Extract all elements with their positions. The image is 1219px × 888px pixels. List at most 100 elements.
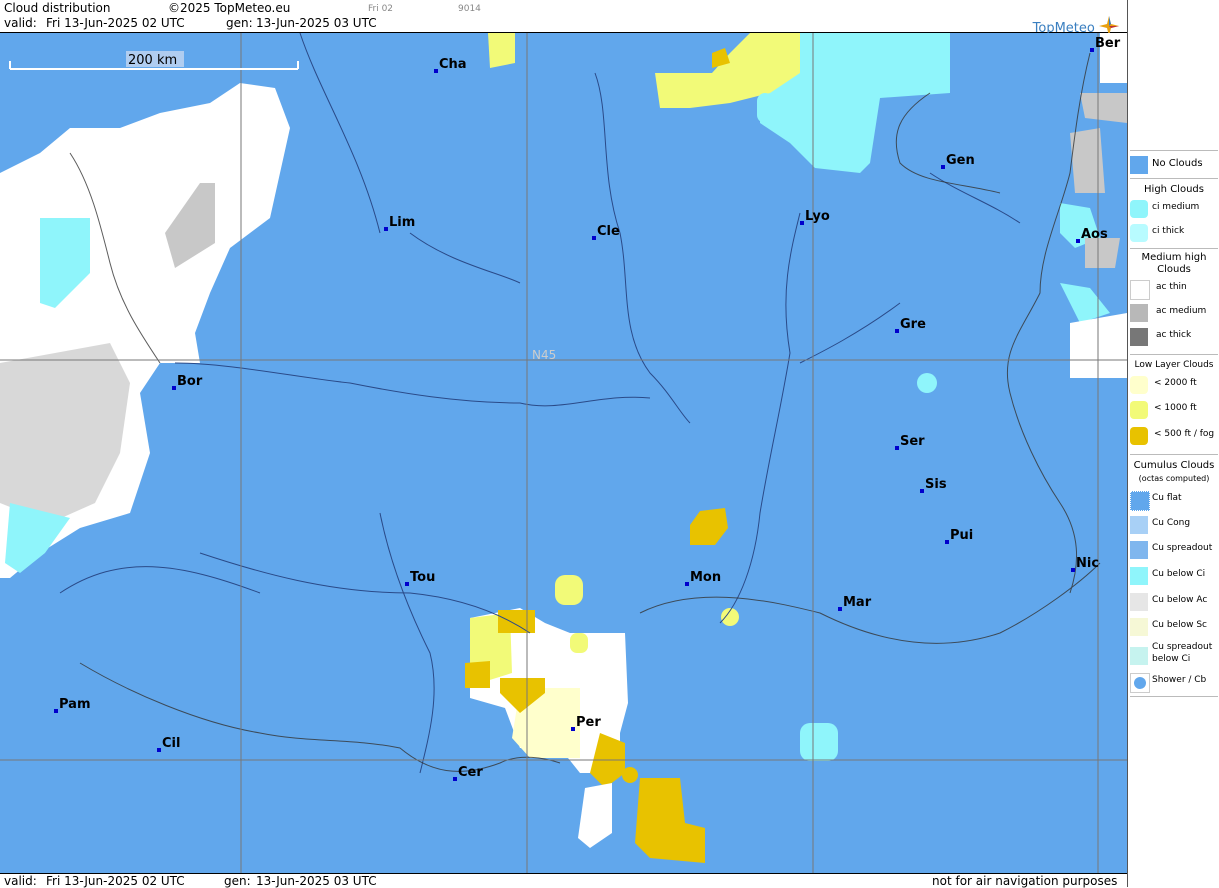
cumulus-title: Cumulus Clouds <box>1133 460 1215 471</box>
cu-spread-below-ci-label-2: below Ci <box>1152 654 1191 664</box>
ac-thin-swatch <box>1130 280 1150 300</box>
city-label-sis: Sis <box>925 477 947 492</box>
city-label-lim: Lim <box>389 215 415 230</box>
legend-cu-below-sc: Cu below Sc <box>1128 616 1219 638</box>
city-marker-lyo <box>800 221 804 225</box>
city-marker-gre <box>895 329 899 333</box>
legend-cu-flat: Cu flat <box>1128 489 1219 511</box>
cu-flat-swatch <box>1130 491 1150 511</box>
valid-label: valid: <box>4 16 37 30</box>
city-marker-nic <box>1071 568 1075 572</box>
legend-ci-thick: ci thick <box>1128 222 1219 244</box>
legend-no-clouds: No Clouds <box>1128 154 1219 176</box>
city-label-cle: Cle <box>597 224 620 239</box>
cu-flat-label: Cu flat <box>1152 493 1182 503</box>
cu-below-ci-label: Cu below Ci <box>1152 569 1206 579</box>
cu-below-sc-label: Cu below Sc <box>1152 620 1207 630</box>
city-label-cer: Cer <box>458 765 483 780</box>
footer-valid-label: valid: <box>4 874 37 888</box>
ac-medium-label: ac medium <box>1156 306 1207 316</box>
footer-bar: valid: Fri 13-Jun-2025 02 UTC gen: 13-Ju… <box>0 873 1127 888</box>
city-marker-cer <box>453 777 457 781</box>
low-cloud-south <box>465 508 739 863</box>
low-500-swatch <box>1130 427 1148 445</box>
city-marker-ser <box>895 446 899 450</box>
medium-clouds-title-1: Medium high <box>1141 252 1207 263</box>
cu-spread-below-ci-swatch <box>1130 647 1148 665</box>
map-title: Cloud distribution <box>4 1 111 15</box>
gen-label: gen: <box>226 16 253 30</box>
low-1000-swatch <box>1130 401 1148 419</box>
legend-cu-below-ac: Cu below Ac <box>1128 591 1219 613</box>
legend-panel: No Clouds High Clouds ci medium ci thick… <box>1127 0 1219 887</box>
shower-icon <box>1134 677 1146 689</box>
city-label-cil: Cil <box>162 736 180 751</box>
scale-label: 200 km <box>128 53 177 68</box>
city-label-ser: Ser <box>900 434 925 449</box>
low-cloud-north <box>488 33 800 123</box>
cu-cong-swatch <box>1130 516 1148 534</box>
high-clouds-title: High Clouds <box>1144 184 1204 195</box>
city-label-mon: Mon <box>690 570 721 585</box>
low-2000-swatch <box>1130 376 1148 394</box>
city-label-gen: Gen <box>946 153 975 168</box>
cumulus-subtitle: (octas computed) <box>1138 474 1210 483</box>
copyright: ©2025 TopMeteo.eu <box>168 1 291 15</box>
city-marker-bor <box>172 386 176 390</box>
city-marker-pui <box>945 540 949 544</box>
city-label-nic: Nic <box>1076 556 1099 571</box>
ci-thick-swatch <box>1130 224 1148 242</box>
scale-bar: 200 km <box>9 51 299 70</box>
map-canvas: N45 200 km Cha Ber Gen Lim Cle Lyo Aos Gre Bor Se… <box>0 33 1127 873</box>
low-2000-label: < 2000 ft <box>1154 378 1197 388</box>
city-marker-cha <box>434 69 438 73</box>
legend-shower: Shower / Cb <box>1128 671 1219 693</box>
city-marker-mon <box>685 582 689 586</box>
city-label-tou: Tou <box>410 570 435 585</box>
legend-low-2000: < 2000 ft <box>1128 374 1219 396</box>
ac-cloud-west <box>0 83 290 578</box>
city-marker-ber <box>1090 48 1094 52</box>
ac-thin-label: ac thin <box>1156 282 1187 292</box>
latitude-label: N45 <box>532 348 556 362</box>
footer-gen-label: gen: <box>224 874 251 888</box>
city-marker-per <box>571 727 575 731</box>
cu-spreadout-label: Cu spreadout <box>1152 543 1213 553</box>
no-clouds-label: No Clouds <box>1152 158 1203 169</box>
cloud-map[interactable]: N45 200 km Cha Ber Gen Lim Cle Lyo Aos Gre Bor Se… <box>0 33 1127 873</box>
shower-swatch <box>1130 673 1150 693</box>
footer-gen-time: 13-Jun-2025 03 UTC <box>256 874 377 888</box>
legend-ac-thin: ac thin <box>1128 278 1219 300</box>
ci-medium-swatch <box>1130 200 1148 218</box>
legend-low-500: < 500 ft / fog <box>1128 425 1219 447</box>
city-label-bor: Bor <box>177 374 203 389</box>
ac-medium-swatch <box>1130 304 1148 322</box>
city-marker-cle <box>592 236 596 240</box>
city-marker-cil <box>157 748 161 752</box>
city-marker-gen <box>941 165 945 169</box>
legend-low-1000: < 1000 ft <box>1128 399 1219 421</box>
legend-cu-below-ci: Cu below Ci <box>1128 565 1219 587</box>
cu-below-ac-swatch <box>1130 593 1148 611</box>
city-marker-aos <box>1076 239 1080 243</box>
shower-label: Shower / Cb <box>1152 675 1207 685</box>
cu-below-ci-swatch <box>1130 567 1148 585</box>
city-marker-lim <box>384 227 388 231</box>
ci-medium-label: ci medium <box>1152 202 1200 212</box>
valid-time: Fri 13-Jun-2025 02 UTC <box>46 16 185 30</box>
legend-ci-medium: ci medium <box>1128 198 1219 220</box>
city-label-lyo: Lyo <box>805 209 830 224</box>
low-1000-label: < 1000 ft <box>1154 403 1197 413</box>
legend-cu-spread-below-ci: Cu spreadout below Ci <box>1128 641 1219 671</box>
city-label-pam: Pam <box>59 697 91 712</box>
legend-ac-thick: ac thick <box>1128 326 1219 348</box>
city-marker-tou <box>405 582 409 586</box>
city-label-mar: Mar <box>843 595 872 610</box>
no-clouds-swatch <box>1130 156 1148 174</box>
cu-spread-below-ci-label-1: Cu spreadout <box>1152 642 1213 652</box>
legend-ac-medium: ac medium <box>1128 302 1219 324</box>
code-label: 9014 <box>458 4 481 14</box>
cu-below-ac-label: Cu below Ac <box>1152 595 1208 605</box>
legend-cu-spreadout: Cu spreadout <box>1128 539 1219 561</box>
city-label-pui: Pui <box>950 528 973 543</box>
